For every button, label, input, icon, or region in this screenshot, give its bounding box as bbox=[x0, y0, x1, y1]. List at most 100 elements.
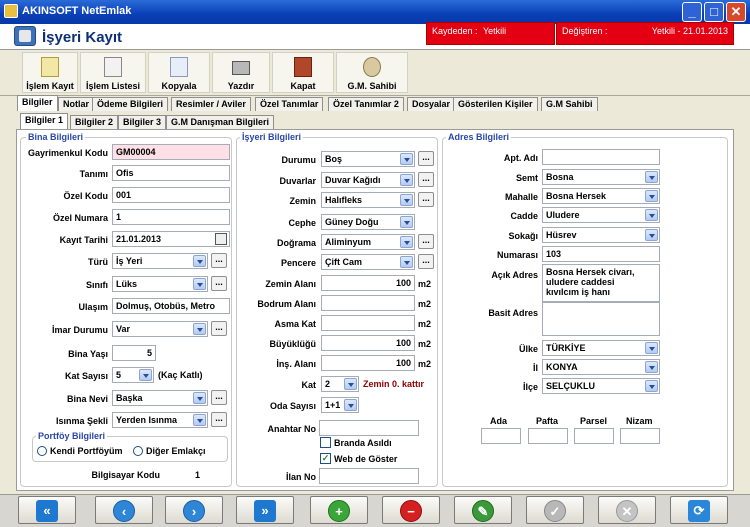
bina-nevi-more-button[interactable]: ... bbox=[211, 390, 227, 405]
zemin-alani-field[interactable]: 100 bbox=[321, 275, 415, 291]
kat-sayisi-select[interactable]: 5 bbox=[112, 367, 154, 383]
sinifi-select[interactable]: Lüks bbox=[112, 276, 208, 292]
pafta-label: Pafta bbox=[536, 416, 559, 426]
acik-adres-field[interactable]: Bosna Hersek civarı, uludere caddesi kıv… bbox=[542, 264, 660, 302]
zemin-select[interactable]: Halıfleks bbox=[321, 192, 415, 208]
imar-label: İmar Durumu bbox=[51, 325, 108, 335]
portfoy-diger-radio[interactable] bbox=[133, 446, 143, 456]
kayit-tarihi-field[interactable]: 21.01.2013 bbox=[112, 231, 230, 247]
durumu-more-button[interactable]: ... bbox=[418, 151, 434, 166]
pafta-field[interactable] bbox=[528, 428, 568, 444]
tab-ozel-tanimlar[interactable]: Özel Tanımlar bbox=[255, 97, 324, 111]
numarasi-field[interactable]: 103 bbox=[542, 246, 660, 262]
dograma-select[interactable]: Aliminyum bbox=[321, 234, 415, 250]
sinifi-more-button[interactable]: ... bbox=[211, 276, 227, 291]
tab-odeme-bilgileri[interactable]: Ödeme Bilgileri bbox=[92, 97, 169, 111]
imar-more-button[interactable]: ... bbox=[211, 321, 227, 336]
turu-more-button[interactable]: ... bbox=[211, 253, 227, 268]
durumu-select[interactable]: Boş bbox=[321, 151, 415, 167]
tab-resimler[interactable]: Resimler / Aviler bbox=[171, 97, 251, 111]
tab-dosyalar[interactable]: Dosyalar bbox=[407, 97, 456, 111]
x-icon: ✕ bbox=[616, 500, 638, 522]
check-icon: ✓ bbox=[544, 500, 566, 522]
ozel-kodu-field[interactable]: 001 bbox=[112, 187, 230, 203]
close-button[interactable]: ✕ bbox=[726, 2, 746, 22]
ada-field[interactable] bbox=[481, 428, 521, 444]
subtab-bilgiler-1[interactable]: Bilgiler 1 bbox=[20, 113, 69, 129]
save-record-button[interactable]: ✓ bbox=[526, 496, 584, 524]
changed-by-box: Değiştiren : Yetkili - 21.01.2013 bbox=[556, 22, 734, 45]
anahtar-no-field[interactable] bbox=[319, 420, 419, 436]
last-record-button[interactable]: » bbox=[236, 496, 294, 524]
ulke-select[interactable]: TÜRKİYE bbox=[542, 340, 660, 356]
duvarlar-select[interactable]: Duvar Kağıdı bbox=[321, 172, 415, 188]
cadde-select[interactable]: Uludere bbox=[542, 207, 660, 223]
subtab-bilgiler-3[interactable]: Bilgiler 3 bbox=[118, 115, 167, 129]
edit-record-button[interactable]: ✎ bbox=[454, 496, 512, 524]
il-select[interactable]: KONYA bbox=[542, 359, 660, 375]
tab-ozel-tanimlar-2[interactable]: Özel Tanımlar 2 bbox=[328, 97, 404, 111]
calendar-icon[interactable] bbox=[215, 233, 227, 245]
mahalle-select[interactable]: Bosna Hersek bbox=[542, 188, 660, 204]
basit-adres-field[interactable] bbox=[542, 302, 660, 336]
subtab-bilgiler-2[interactable]: Bilgiler 2 bbox=[70, 115, 119, 129]
buyuklugu-field[interactable]: 100 bbox=[321, 335, 415, 351]
sokagi-select[interactable]: Hüsrev bbox=[542, 227, 660, 243]
chevron-down-icon bbox=[645, 209, 658, 221]
window-title: AKINSOFT NetEmlak bbox=[22, 5, 132, 17]
web-checkbox[interactable]: ✓ bbox=[320, 453, 331, 464]
ilce-select[interactable]: SELÇUKLU bbox=[542, 378, 660, 394]
tab-gm-sahibi[interactable]: G.M Sahibi bbox=[541, 97, 598, 111]
cephe-select[interactable]: Güney Doğu bbox=[321, 214, 415, 230]
nizam-field[interactable] bbox=[620, 428, 660, 444]
yazdir-button[interactable]: Yazdır bbox=[212, 52, 270, 93]
oda-sayisi-select[interactable]: 1+1 bbox=[321, 397, 359, 413]
islem-kayit-button[interactable]: İşlem Kayıt bbox=[22, 52, 78, 93]
subtab-gm-danisman[interactable]: G.M Danışman Bilgileri bbox=[166, 115, 275, 129]
zemin-more-button[interactable]: ... bbox=[418, 192, 434, 207]
tab-bilgiler[interactable]: Bilgiler bbox=[17, 95, 58, 111]
apt-adi-field[interactable] bbox=[542, 149, 660, 165]
asma-kat-field[interactable] bbox=[321, 315, 415, 331]
maximize-button[interactable]: □ bbox=[704, 2, 724, 22]
chevron-down-icon bbox=[645, 342, 658, 354]
delete-record-button[interactable]: − bbox=[382, 496, 440, 524]
isinma-more-button[interactable]: ... bbox=[211, 412, 227, 427]
refresh-button[interactable]: ⟳ bbox=[670, 496, 728, 524]
tanimi-label: Tanımı bbox=[79, 169, 108, 179]
pencere-select[interactable]: Çift Cam bbox=[321, 254, 415, 270]
ozel-numara-field[interactable]: 1 bbox=[112, 209, 230, 225]
kopyala-button[interactable]: Kopyala bbox=[148, 52, 210, 93]
tanimi-field[interactable]: Ofis bbox=[112, 165, 230, 181]
dograma-more-button[interactable]: ... bbox=[418, 234, 434, 249]
duvarlar-more-button[interactable]: ... bbox=[418, 172, 434, 187]
gayrimenkul-kodu-field[interactable]: GM00004 bbox=[112, 144, 230, 160]
islem-listesi-button[interactable]: İşlem Listesi bbox=[80, 52, 146, 93]
ilan-no-field[interactable] bbox=[319, 468, 419, 484]
ulasim-field[interactable]: Dolmuş, Otobüs, Metro bbox=[112, 298, 230, 314]
tab-notlar[interactable]: Notlar bbox=[58, 97, 95, 111]
cancel-record-button[interactable]: ✕ bbox=[598, 496, 656, 524]
parsel-field[interactable] bbox=[574, 428, 614, 444]
gm-sahibi-button[interactable]: G.M. Sahibi bbox=[336, 52, 408, 93]
bodrum-alani-field[interactable] bbox=[321, 295, 415, 311]
minimize-button[interactable]: _ bbox=[682, 2, 702, 22]
semt-select[interactable]: Bosna bbox=[542, 169, 660, 185]
kat-select[interactable]: 2 bbox=[321, 376, 359, 392]
portfoy-kendi-radio[interactable] bbox=[37, 446, 47, 456]
next-record-button[interactable]: › bbox=[165, 496, 223, 524]
isinma-select[interactable]: Yerden Isınma bbox=[112, 412, 208, 428]
add-record-button[interactable]: + bbox=[310, 496, 368, 524]
prev-record-button[interactable]: ‹ bbox=[95, 496, 153, 524]
turu-select[interactable]: İş Yeri bbox=[112, 253, 208, 269]
branda-checkbox[interactable] bbox=[320, 437, 331, 448]
tab-gosterilen-kisiler[interactable]: Gösterilen Kişiler bbox=[453, 97, 538, 111]
ins-alani-field[interactable]: 100 bbox=[321, 355, 415, 371]
imar-select[interactable]: Var bbox=[112, 321, 208, 337]
bina-nevi-select[interactable]: Başka bbox=[112, 390, 208, 406]
pencil-icon: ✎ bbox=[472, 500, 494, 522]
bina-yasi-field[interactable]: 5 bbox=[112, 345, 156, 361]
pencere-more-button[interactable]: ... bbox=[418, 254, 434, 269]
first-record-button[interactable]: « bbox=[18, 496, 76, 524]
kapat-button[interactable]: Kapat bbox=[272, 52, 334, 93]
